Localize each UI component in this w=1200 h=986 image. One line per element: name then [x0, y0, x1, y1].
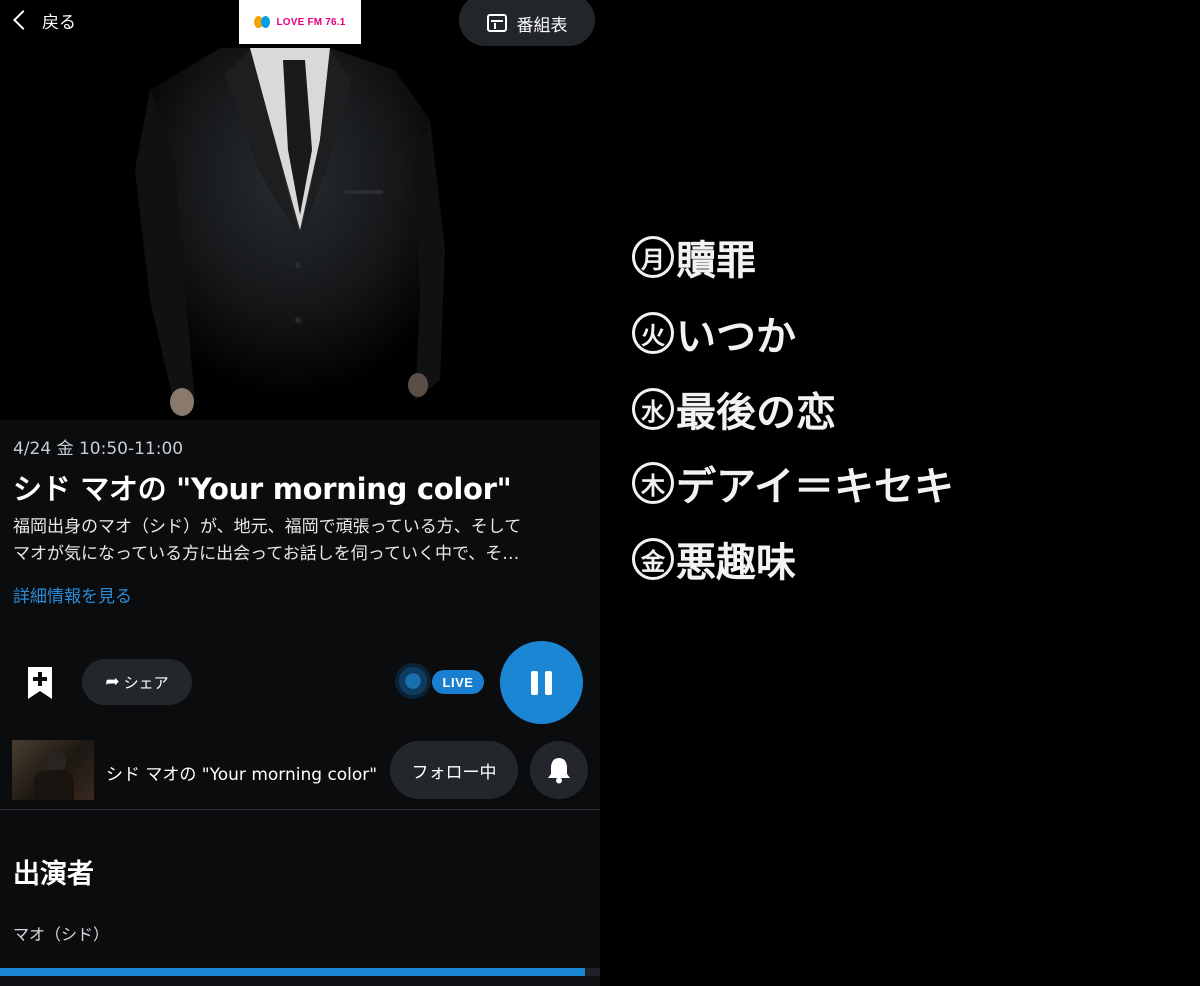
bottom-strip	[0, 976, 600, 986]
day-circle-label: 木	[632, 462, 674, 504]
song-title: 最後の恋	[676, 390, 836, 436]
notification-button[interactable]	[530, 741, 588, 799]
playback-progress-fill	[0, 968, 585, 976]
logo-text: LOVE FM 76.1	[276, 16, 346, 28]
more-info-link[interactable]: 詳細情報を見る	[13, 582, 132, 607]
chevron-left-icon	[13, 10, 33, 30]
day-song-item: 火 いつか	[632, 304, 796, 362]
live-badge: LIVE	[432, 670, 484, 694]
program-title: シド マオの "Your morning color"	[13, 472, 512, 506]
day-circle-label: 水	[632, 388, 674, 430]
add-bookmark-button[interactable]	[26, 665, 54, 701]
song-title: 贖罪	[676, 238, 756, 284]
day-song-item: 水 最後の恋	[632, 380, 836, 438]
day-circle-label: 金	[632, 538, 674, 580]
follow-program-name[interactable]: シド マオの "Your morning color"	[106, 760, 377, 785]
thumbnail-person-body	[34, 770, 74, 800]
pause-button[interactable]	[500, 641, 583, 724]
share-label: シェア	[123, 673, 169, 692]
program-description: 福岡出身のマオ（シド）が、地元、福岡で頑張っている方、そして マオが気になってい…	[13, 514, 588, 568]
pause-icon	[545, 670, 552, 695]
schedule-label: 番組表	[516, 15, 568, 36]
program-datetime: 4/24 金 10:50-11:00	[13, 439, 184, 459]
description-line: マオが気になっている方に出会ってお話しを伺っていく中で、そ…	[13, 544, 520, 564]
schedule-button[interactable]: 番組表	[459, 0, 595, 46]
bell-icon	[548, 758, 570, 784]
calendar-icon	[486, 14, 507, 32]
cast-heading: 出演者	[13, 859, 94, 890]
song-title: デアイ＝キセキ	[676, 464, 954, 510]
song-title: いつか	[676, 314, 796, 360]
divider	[0, 809, 600, 810]
cast-member-name[interactable]: マオ（シド）	[13, 921, 109, 945]
day-circle-label: 月	[632, 236, 674, 278]
following-button[interactable]: フォロー中	[390, 741, 518, 799]
share-button[interactable]: ➦ シェア	[82, 659, 192, 705]
day-song-item: 月 贖罪	[632, 228, 756, 286]
pause-icon	[531, 670, 538, 695]
back-button[interactable]: 戻る	[10, 4, 76, 36]
top-bar: 戻る LOVE FM 76.1 番組表	[0, 0, 600, 46]
station-logo: LOVE FM 76.1	[239, 0, 361, 44]
day-song-item: 木 デアイ＝キセキ	[632, 454, 954, 512]
day-circle-label: 火	[632, 312, 674, 354]
suited-man-photo	[0, 0, 600, 420]
back-label: 戻る	[42, 12, 76, 33]
day-song-item: 金 悪趣味	[632, 530, 796, 588]
share-arrow-icon: ➦	[105, 672, 120, 692]
description-line: 福岡出身のマオ（シド）が、地元、福岡で頑張っている方、そして	[13, 517, 522, 537]
love-fm-logo-icon	[254, 15, 272, 29]
live-indicator-icon	[395, 663, 431, 699]
bookmark-plus-icon	[28, 667, 52, 699]
program-thumbnail[interactable]	[12, 740, 94, 800]
program-hero-image	[0, 0, 600, 420]
phone-screen: 戻る LOVE FM 76.1 番組表 4/24 金 10:50-11:00 シ…	[0, 0, 600, 986]
song-title: 悪趣味	[676, 540, 796, 586]
